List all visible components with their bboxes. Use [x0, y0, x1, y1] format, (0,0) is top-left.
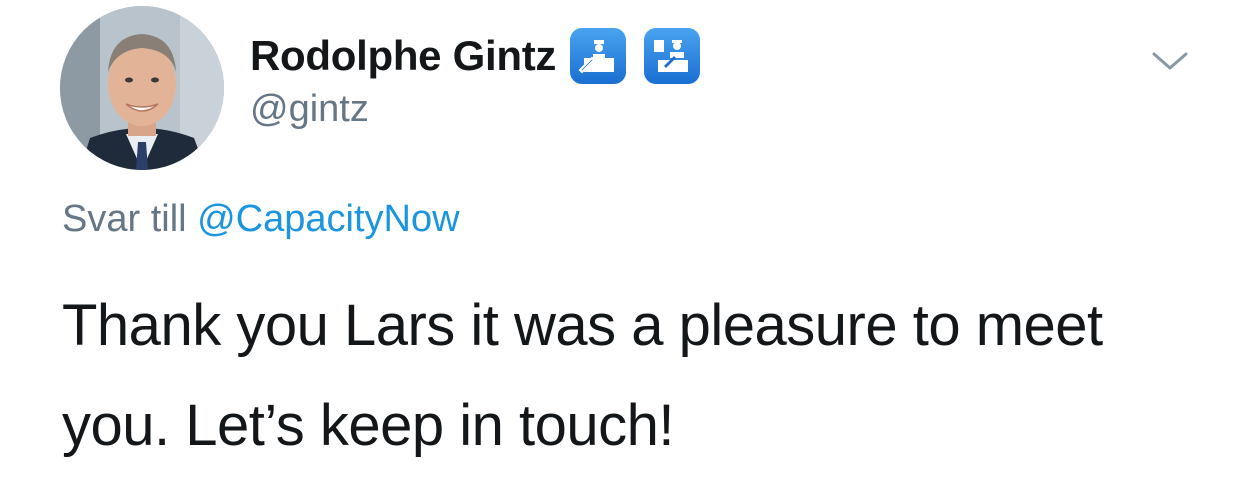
display-name[interactable]: Rodolphe Gintz [250, 32, 556, 80]
user-handle[interactable]: @gintz [250, 88, 369, 131]
author-row: Rodolphe Gintz [250, 24, 701, 88]
reply-prefix: Svar till [62, 198, 187, 240]
tweet-text: Thank you Lars it was a pleasure to meet… [62, 293, 1103, 458]
chevron-down-icon[interactable] [1150, 46, 1190, 76]
reply-context: Svar till @CapacityNow [62, 198, 460, 241]
avatar[interactable] [60, 6, 224, 170]
passport-control-emoji-icon [644, 28, 701, 84]
customs-emoji-icon [570, 28, 627, 84]
reply-handle-link[interactable]: @CapacityNow [197, 198, 459, 240]
tweet: Rodolphe Gintz @gintz Svar till @Capacit… [0, 0, 1242, 493]
avatar-photo [60, 6, 224, 170]
